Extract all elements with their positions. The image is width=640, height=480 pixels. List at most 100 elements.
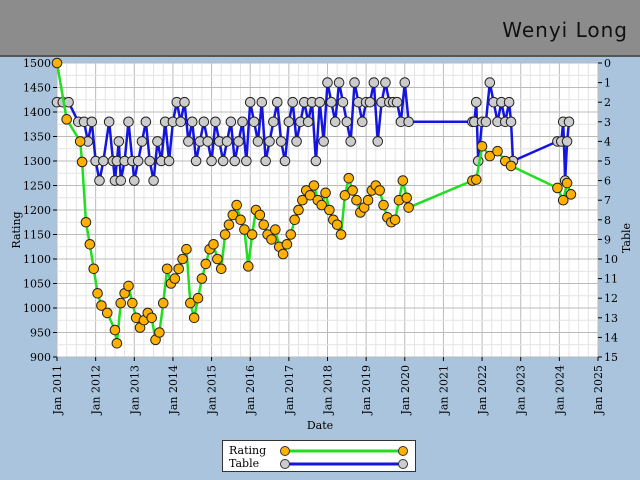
x-tick-label: Jan 2011: [51, 365, 64, 416]
rating-point: [200, 258, 212, 270]
rating-point: [397, 175, 409, 186]
table-point: [98, 155, 109, 167]
rating-point: [196, 273, 208, 284]
rating-point: [51, 57, 63, 69]
rating-point: [92, 288, 103, 299]
table-point: [132, 155, 144, 167]
table-point: [399, 77, 411, 88]
y-tick-label: 1300: [23, 155, 51, 168]
y2-tick-label: 0: [604, 57, 611, 70]
rating-point: [177, 253, 188, 265]
table-point: [241, 155, 252, 167]
table-point: [264, 136, 275, 147]
rating-point: [320, 187, 331, 199]
y2-tick-label: 8: [604, 214, 611, 227]
table-point: [345, 136, 356, 147]
y-axis-label: Rating: [10, 211, 23, 248]
table-point: [210, 116, 221, 128]
rating-point: [476, 141, 488, 152]
table-point: [368, 77, 380, 88]
y2-tick-label: 5: [604, 155, 611, 168]
rating-point: [335, 229, 347, 240]
x-tick-label: Jan 2014: [167, 365, 180, 416]
table-point: [356, 116, 368, 128]
table-point: [268, 116, 279, 128]
table-point: [163, 155, 175, 167]
rating-point: [343, 172, 355, 184]
y2-tick-label: 6: [604, 175, 611, 188]
y2-tick-label: 4: [604, 135, 611, 148]
table-point: [563, 116, 575, 128]
table-point: [322, 77, 333, 88]
table-point: [244, 96, 256, 108]
rating-point: [219, 229, 231, 240]
table-point: [217, 155, 229, 167]
table-point: [128, 175, 140, 186]
rating-point: [127, 297, 138, 309]
rating-point: [347, 185, 358, 196]
rating-point: [374, 185, 385, 196]
rating-point: [378, 199, 389, 211]
rating-point: [505, 160, 517, 172]
rating-point: [470, 174, 482, 185]
table-point: [115, 175, 127, 186]
rating-point: [293, 204, 304, 216]
rating-point: [161, 263, 173, 275]
rating-point: [266, 234, 277, 245]
rating-point: [254, 209, 266, 221]
rating-point: [173, 263, 185, 275]
rating-point: [351, 194, 362, 206]
y2-tick-label: 7: [604, 194, 611, 207]
rating-point: [289, 214, 300, 226]
x-tick-label: Jan 2013: [128, 365, 141, 416]
rating-point: [281, 239, 293, 250]
y-tick-label: 1400: [23, 106, 51, 119]
table-point: [252, 136, 264, 147]
table-point: [403, 116, 414, 128]
x-tick-label: Jan 2025: [592, 365, 605, 416]
x-tick-label: Jan 2023: [515, 365, 528, 416]
legend-label-rating: Rating: [229, 444, 267, 457]
table-point: [86, 116, 98, 128]
legend-label-table: Table: [229, 457, 260, 470]
y-tick-label: 1050: [23, 278, 51, 291]
rating-point: [61, 114, 72, 125]
rating-point: [270, 224, 281, 235]
table-point: [175, 116, 186, 128]
y2-tick-label: 2: [604, 96, 611, 109]
y2-tick-label: 12: [604, 292, 618, 305]
y-tick-label: 1250: [23, 180, 51, 193]
rating-point: [115, 297, 127, 309]
y2-tick-label: 13: [604, 312, 618, 325]
rating-point: [212, 253, 223, 265]
table-point: [480, 116, 492, 128]
table-point: [148, 175, 159, 186]
rating-point: [181, 243, 192, 255]
table-point: [291, 136, 302, 147]
y-tick-label: 1450: [23, 82, 51, 95]
table-point: [237, 116, 248, 128]
table-point: [94, 175, 105, 186]
rating-point: [258, 219, 270, 230]
rating-point: [146, 312, 157, 324]
table-point: [248, 116, 260, 128]
table-point: [372, 136, 384, 147]
rating-point: [331, 219, 343, 230]
table-point: [333, 77, 345, 88]
rating-point: [111, 337, 123, 349]
table-point: [279, 155, 291, 167]
x-tick-label: Jan 2012: [90, 365, 103, 416]
table-point: [318, 136, 329, 147]
y2-tick-label: 14: [604, 331, 618, 344]
rating-point: [235, 214, 246, 226]
y2-tick-label: 1: [604, 77, 611, 90]
x-tick-label: Jan 2021: [437, 365, 450, 416]
rating-point: [74, 136, 86, 147]
rating-point: [285, 229, 297, 240]
rating-point: [109, 324, 121, 336]
table-point: [225, 116, 237, 128]
rating-point: [169, 273, 181, 284]
table-point: [152, 136, 163, 147]
table-point: [380, 77, 391, 88]
table-point: [206, 155, 217, 167]
